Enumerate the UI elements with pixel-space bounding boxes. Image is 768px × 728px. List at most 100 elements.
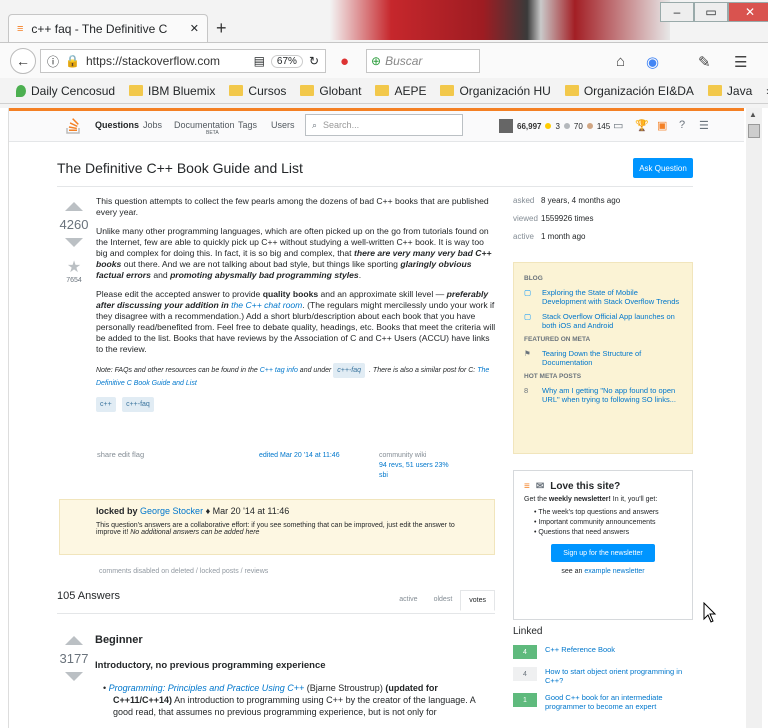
nav-beta-label: BETA xyxy=(206,130,219,136)
nav-users[interactable]: Users xyxy=(271,120,295,130)
blog-item[interactable]: ▢ Stack Overflow Official App launches on… xyxy=(524,312,682,330)
chat-room-link[interactable]: the C++ chat room xyxy=(231,300,302,310)
browser-search-input[interactable]: ⊕ Buscar xyxy=(366,49,480,73)
tab-votes[interactable]: votes xyxy=(460,590,495,611)
example-newsletter-link[interactable]: example newsletter xyxy=(584,568,644,575)
blog-header: BLOG xyxy=(524,275,543,282)
bookmark-0[interactable]: Daily Cencosud xyxy=(16,84,115,98)
book-title-link[interactable]: Programming: Principles and Practice Usi… xyxy=(109,683,305,693)
tag-info-link[interactable]: C++ tag info xyxy=(260,367,298,374)
so-topbar: Questions Jobs Documentation BETA Tags U… xyxy=(9,108,744,142)
avatar[interactable] xyxy=(499,119,513,133)
hot-meta-item[interactable]: 8 Why am I getting "No app found to open … xyxy=(524,386,682,404)
bookmark-4[interactable]: AEPE xyxy=(375,84,426,98)
wiki-user-link[interactable]: sbi xyxy=(379,472,388,479)
pen-icon[interactable]: ✎ xyxy=(698,53,711,71)
help-icon[interactable]: ? xyxy=(679,119,685,131)
meta-header: FEATURED ON META xyxy=(524,336,591,343)
inbox-icon[interactable]: ▭ xyxy=(613,119,623,132)
question-body: This question attempts to collect the fe… xyxy=(96,196,496,412)
blog-icon: ▢ xyxy=(524,288,532,297)
bookmark-label: Organización HU xyxy=(459,83,551,98)
question-title[interactable]: The Definitive C++ Book Guide and List xyxy=(57,160,303,176)
page-scrollbar[interactable]: ▲ xyxy=(746,108,762,728)
hot-meta-header: HOT META POSTS xyxy=(524,373,582,380)
stackoverflow-favicon-icon: ≡ xyxy=(17,22,24,35)
newsletter-subtitle: Get the weekly newsletter! In it, you'll… xyxy=(524,496,658,503)
nav-questions[interactable]: Questions xyxy=(95,120,139,130)
folder-icon xyxy=(707,85,722,96)
downvote-icon[interactable] xyxy=(65,238,83,247)
back-arrow-icon[interactable]: ← xyxy=(10,48,36,74)
wiki-revisions-link[interactable]: 94 revs, 51 users 23% xyxy=(379,462,449,469)
extension-icon[interactable]: ● xyxy=(340,53,349,70)
home-icon[interactable]: ⌂ xyxy=(616,53,625,70)
ask-question-button[interactable]: Ask Question xyxy=(633,158,693,178)
bronze-badge-icon xyxy=(586,123,593,129)
bookmark-5[interactable]: Organización HU xyxy=(440,83,551,98)
bookmark-6[interactable]: Organización EI&DA xyxy=(564,84,694,98)
leaf-icon xyxy=(16,84,26,97)
tag-cpp-faq[interactable]: c++-faq xyxy=(122,397,154,412)
linked-item[interactable]: 4 C++ Reference Book xyxy=(513,645,699,659)
stackoverflow-logo-icon[interactable] xyxy=(65,117,83,135)
scroll-up-icon[interactable]: ▲ xyxy=(749,110,757,119)
meta-item[interactable]: ⚑ Tearing Down the Structure of Documenta… xyxy=(524,349,682,367)
locked-user-link[interactable]: George Stocker xyxy=(140,506,203,516)
tab-active[interactable]: active xyxy=(391,590,425,611)
stat-viewed: viewed 1559926 times xyxy=(513,214,594,223)
linked-questions: Linked 4 C++ Reference Book 4 How to start… xyxy=(513,626,699,719)
nav-tags[interactable]: Tags xyxy=(238,120,257,130)
favorite-star-icon[interactable]: ★ xyxy=(59,257,89,277)
linked-item[interactable]: 4 How to start object orient programming … xyxy=(513,667,699,685)
info-icon[interactable]: ⓘ xyxy=(47,53,59,70)
url-bar[interactable]: ⓘ 🔒 https://stackoverflow.com ▤ 67% ↻ xyxy=(40,49,326,73)
reload-icon[interactable]: ↻ xyxy=(309,54,319,68)
edited-link[interactable]: edited Mar 20 '14 at 11:46 xyxy=(259,452,340,459)
nav-jobs[interactable]: Jobs xyxy=(143,120,162,130)
browser-tab[interactable]: ≡ c++ faq - The Definitive C ✕ xyxy=(8,14,208,42)
maximize-icon[interactable]: ▭ xyxy=(694,2,728,22)
so-search-input[interactable]: ⌕ Search... xyxy=(305,114,463,136)
answers-header: 105 Answers active oldest votes xyxy=(57,588,495,614)
scrollbar-thumb[interactable] xyxy=(748,124,760,138)
community-bulletin: BLOG ▢ Exploring the State of Mobile Deve… xyxy=(513,262,693,454)
upvote-icon[interactable] xyxy=(65,636,83,645)
zoom-level[interactable]: 67% xyxy=(270,54,303,68)
newsletter-signup-button[interactable]: Sign up for the newsletter xyxy=(551,544,655,562)
book-entry: • Programming: Principles and Practice U… xyxy=(103,683,476,717)
tab-oldest[interactable]: oldest xyxy=(426,590,461,611)
url-text[interactable]: https://stackoverflow.com xyxy=(86,54,248,68)
user-card[interactable]: 66,997 3 70 145 xyxy=(499,119,610,133)
answers-count: 105 Answers xyxy=(57,590,120,602)
bookmark-3[interactable]: Globant xyxy=(300,84,361,98)
blog-item[interactable]: ▢ Exploring the State of Mobile Developme… xyxy=(524,288,682,306)
site-switcher-icon[interactable]: ☰ xyxy=(699,119,709,132)
folder-icon xyxy=(564,85,579,96)
question-vote-count: 4260 xyxy=(59,217,89,232)
reader-view-icon[interactable]: ▤ xyxy=(254,54,265,68)
profile-icon[interactable]: ◉ xyxy=(646,53,659,71)
tag-cpp[interactable]: c++ xyxy=(96,397,116,412)
menu-icon[interactable]: ☰ xyxy=(734,53,747,71)
locked-text: This question's answers are a collaborat… xyxy=(96,522,455,536)
bookmark-7[interactable]: Java xyxy=(707,83,753,98)
nav-documentation[interactable]: Documentation xyxy=(174,120,235,130)
meta-icon: ⚑ xyxy=(524,349,531,358)
new-tab-button[interactable]: + xyxy=(216,18,227,39)
post-actions[interactable]: share edit flag xyxy=(97,450,144,459)
close-window-icon[interactable]: ✕ xyxy=(728,2,768,22)
upvote-icon[interactable] xyxy=(65,202,83,211)
inline-tag[interactable]: c++-faq xyxy=(333,363,366,378)
downvote-icon[interactable] xyxy=(65,672,83,681)
minimize-icon[interactable]: – xyxy=(660,2,694,22)
linked-item[interactable]: 1 Good C++ book for an intermediate progr… xyxy=(513,693,699,711)
newsletter-box: ≡ ✉ Love this site? Get the weekly newsl… xyxy=(513,470,693,620)
bookmark-1[interactable]: IBM Bluemix xyxy=(129,84,215,98)
achievements-icon[interactable]: 🏆 xyxy=(635,119,649,132)
review-icon[interactable]: ▣ xyxy=(657,119,667,132)
bookmark-label: Java xyxy=(726,83,753,98)
bookmark-2[interactable]: Cursos xyxy=(229,84,286,98)
newsletter-title: ≡ ✉ Love this site? xyxy=(524,481,621,492)
close-tab-icon[interactable]: ✕ xyxy=(190,22,199,35)
